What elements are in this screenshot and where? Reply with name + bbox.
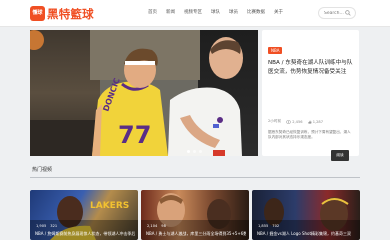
thumb-up-icon: [307, 119, 312, 124]
thumbnail-likes: 98: [161, 224, 166, 228]
carousel-dot-3[interactable]: [199, 150, 202, 153]
jersey-number: 77: [118, 121, 151, 149]
carousel-dots: [187, 150, 202, 153]
nav-item-teams[interactable]: 球队: [211, 9, 220, 15]
thumbnail-views: 1,855: [258, 224, 269, 228]
svg-text:LAKERS: LAKERS: [90, 201, 129, 211]
search-icon[interactable]: [345, 10, 351, 16]
eye-icon: [286, 119, 292, 124]
thumbnail-meta: 1,905 321: [36, 224, 57, 228]
section-title: 热门视频: [32, 167, 53, 173]
thumbnail-likes: 702: [272, 224, 280, 228]
nav-item-about[interactable]: 关于: [274, 9, 283, 15]
article-meta: 2小时前 2,456 1,287: [268, 119, 323, 124]
article-date: 2小时前: [268, 119, 282, 123]
carousel-dot-1[interactable]: [187, 150, 190, 153]
logo-text: 黑特籃球: [47, 6, 94, 21]
nav-item-stats[interactable]: 比赛数据: [247, 9, 265, 15]
thumbnail-likes: 321: [50, 224, 58, 228]
main-nav: 首页 新闻 视频专区 球队 球员 比赛数据 关于: [148, 9, 292, 15]
video-thumbnail[interactable]: 1,855 702 NBA / 掘金vs湖人 Logo Shot精彩集锦，约基奇…: [252, 190, 360, 240]
read-more-button[interactable]: 阅读: [331, 150, 349, 161]
carousel-dot-2[interactable]: [193, 150, 196, 153]
video-thumbnail[interactable]: LAKERS 1,905 321 NBA / 詹姆斯赛前热身展现惊人状态，带领湖…: [30, 190, 138, 240]
section-divider: [30, 177, 360, 178]
view-count: 2,456: [286, 119, 303, 124]
nav-item-home[interactable]: 首页: [148, 9, 157, 15]
thumbnail-caption[interactable]: NBA / 詹姆斯赛前热身展现惊人状态，带领湖人冲击季后赛席位: [35, 231, 135, 237]
featured-article-description: 据悉东契奇已经恢复训练，预计下周有望复出，湖人队内部对其状态持乐观态度。: [268, 130, 351, 139]
thumbnail-meta: 2,104 98: [147, 224, 166, 228]
thumbnail-views: 1,905: [36, 224, 47, 228]
nav-item-news[interactable]: 新闻: [166, 9, 175, 15]
top-navbar: 懂球 黑特籃球 首页 新闻 视频专区 球队 球员 比赛数据 关于: [0, 0, 390, 27]
like-count: 1,287: [307, 119, 323, 124]
site-logo[interactable]: 懂球 黑特籃球: [30, 5, 94, 22]
featured-article-title[interactable]: NBA / 东契奇在湖人队训练中与队医交流，伤势恢复情况备受关注: [268, 59, 354, 76]
thumbnail-caption[interactable]: NBA / 勇士与湖人激战，库里三分雨全场得到35+5+6数据: [146, 231, 246, 237]
hero-carousel[interactable]: DONCIC 77: [30, 30, 258, 156]
video-thumbnail-list: LAKERS 1,905 321 NBA / 詹姆斯赛前热身展现惊人状态，带领湖…: [30, 190, 360, 240]
logo-badge: 懂球: [30, 6, 45, 21]
nav-item-videos[interactable]: 视频专区: [184, 9, 202, 15]
search-box[interactable]: [318, 7, 356, 19]
hero-image: DONCIC 77: [30, 30, 243, 156]
thumbnail-caption[interactable]: NBA / 掘金vs湖人 Logo Shot精彩集锦，约基奇三双: [257, 231, 357, 237]
featured-article-card[interactable]: NBA NBA / 东契奇在湖人队训练中与队医交流，伤势恢复情况备受关注 2小时…: [262, 30, 359, 161]
thumbnail-views: 2,104: [147, 224, 158, 228]
nav-item-players[interactable]: 球员: [229, 9, 238, 15]
category-tag[interactable]: NBA: [268, 47, 283, 54]
video-thumbnail[interactable]: 2,104 98 NBA / 勇士与湖人激战，库里三分雨全场得到35+5+6数据: [141, 190, 249, 240]
thumbnail-meta: 1,855 702: [258, 224, 279, 228]
